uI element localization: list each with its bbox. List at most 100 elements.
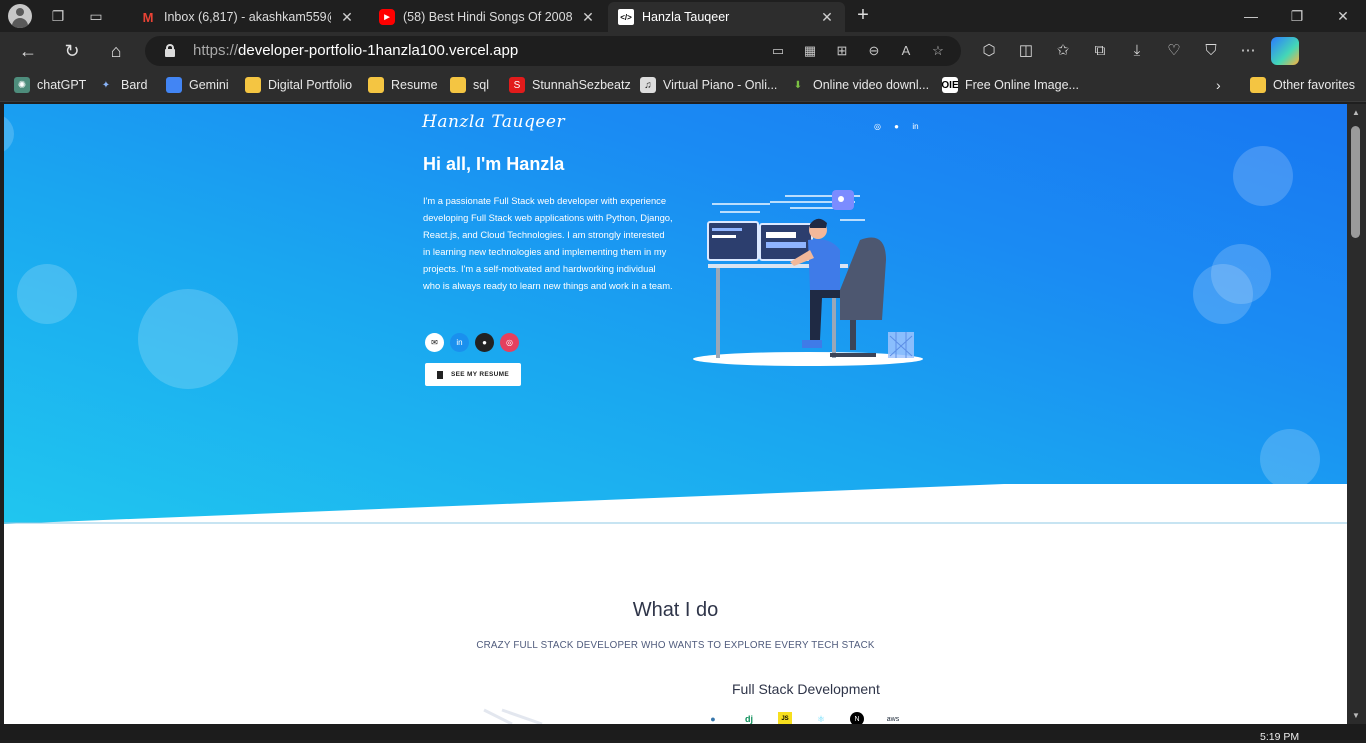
- scroll-up-arrow-icon[interactable]: ▲: [1351, 108, 1361, 117]
- github-icon[interactable]: ●: [892, 122, 901, 131]
- tab-gmail[interactable]: M Inbox (6,817) - akashkam559@gmail.com …: [130, 2, 365, 32]
- favorite-digital-portfolio[interactable]: Digital Portfolio: [245, 77, 352, 93]
- decorative-bubble: [138, 289, 238, 389]
- split-icon[interactable]: ⊞: [833, 41, 851, 61]
- taskbar-clock[interactable]: 5:19 PM: [1260, 731, 1299, 743]
- django-icon: dj: [745, 714, 753, 724]
- linkedin-icon[interactable]: in: [450, 333, 469, 352]
- favorite-resume[interactable]: Resume: [368, 77, 438, 93]
- github-icon[interactable]: ●: [475, 333, 494, 352]
- folder-icon: [1250, 77, 1266, 93]
- close-tab-icon[interactable]: ✕: [580, 9, 596, 26]
- site-logo[interactable]: Hanzla Tauqeer: [422, 112, 565, 132]
- code-icon: </>: [618, 9, 634, 25]
- stunnah-icon: S: [509, 77, 525, 93]
- profile-avatar[interactable]: [8, 4, 32, 28]
- favorite-image-tool[interactable]: OIE Free Online Image...: [941, 77, 1079, 93]
- document-icon: [437, 370, 444, 379]
- performance-icon[interactable]: ♡: [1160, 37, 1188, 65]
- favorite-label: Resume: [391, 78, 438, 92]
- folder-icon: [368, 77, 384, 93]
- other-favorites[interactable]: Other favorites: [1250, 77, 1355, 93]
- lock-icon[interactable]: [165, 44, 175, 57]
- collections-icon[interactable]: ⧉: [1086, 37, 1114, 65]
- favorites-bar: ✺ chatGPT ✦ Bard Gemini Digital Portfolio …: [0, 70, 1366, 102]
- gemini-icon: [166, 77, 182, 93]
- page-scrollbar[interactable]: ▲ ▼: [1347, 104, 1366, 724]
- favorite-chatgpt[interactable]: ✺ chatGPT: [14, 77, 86, 93]
- see-resume-button[interactable]: SEE MY RESUME: [425, 363, 521, 386]
- grid-icon[interactable]: ▦: [801, 41, 819, 61]
- favorites-icon[interactable]: ✩: [1049, 37, 1077, 65]
- favorite-label: chatGPT: [37, 78, 87, 92]
- zoom-icon[interactable]: ⊖: [865, 41, 883, 61]
- home-button[interactable]: ⌂: [102, 37, 130, 65]
- favorite-label: Other favorites: [1273, 78, 1355, 92]
- favorite-label: Virtual Piano - Onli...: [663, 78, 778, 92]
- section-title: What I do: [632, 599, 719, 621]
- hero-bio: I'm a passionate Full Stack web develope…: [423, 195, 673, 291]
- python-icon: ●: [710, 714, 716, 724]
- favorite-stunnah[interactable]: S StunnahSezbeatz: [509, 77, 631, 93]
- youtube-icon: ▶: [379, 9, 395, 25]
- favorites-overflow-chevron-icon[interactable]: ›: [1216, 77, 1221, 93]
- taskbar: 5:19 PM: [0, 724, 1366, 743]
- close-tab-icon[interactable]: ✕: [819, 9, 835, 26]
- back-button[interactable]: ←: [14, 37, 42, 65]
- favorite-label: Online video downl...: [813, 78, 930, 92]
- extensions-icon[interactable]: ⬡: [975, 37, 1003, 65]
- copilot-logo: [1271, 37, 1299, 65]
- skill-icons: ● dj JS ⚛ N aws: [706, 712, 900, 724]
- scroll-down-arrow-icon[interactable]: ▼: [1351, 711, 1361, 720]
- read-aloud-icon[interactable]: A: [897, 41, 915, 61]
- folder-icon: [245, 77, 261, 93]
- favorite-video-downloader[interactable]: ⬇ Online video downl...: [790, 77, 929, 93]
- folder-icon: [450, 77, 466, 93]
- instagram-icon[interactable]: ◎: [873, 122, 882, 131]
- react-icon: ⚛: [816, 713, 826, 724]
- refresh-button[interactable]: ↻: [58, 37, 86, 65]
- scrollbar-thumb[interactable]: [1351, 126, 1360, 238]
- url-text[interactable]: https://developer-portfolio-1hanzla100.v…: [193, 42, 518, 59]
- workspaces-icon[interactable]: ❐: [46, 4, 70, 28]
- favorite-star-icon[interactable]: ☆: [929, 41, 947, 61]
- hero-social-links: ✉ in ● ◎: [425, 333, 519, 352]
- close-window-button[interactable]: ✕: [1320, 0, 1366, 32]
- decorative-bubble: [1233, 146, 1293, 206]
- piano-icon: ♫: [640, 77, 656, 93]
- favorite-label: Digital Portfolio: [268, 78, 353, 92]
- decorative-bubble: [1193, 264, 1253, 324]
- minimize-button[interactable]: —: [1228, 0, 1274, 32]
- tab-actions-icon[interactable]: ▭: [84, 4, 108, 28]
- tab-portfolio[interactable]: </> Hanzla Tauqeer ✕: [608, 2, 845, 32]
- tab-youtube[interactable]: ▶ (58) Best Hindi Songs Of 2008 to 2010 …: [369, 2, 606, 32]
- instagram-icon[interactable]: ◎: [500, 333, 519, 352]
- close-tab-icon[interactable]: ✕: [339, 9, 355, 26]
- app-available-icon[interactable]: ▭: [769, 41, 787, 61]
- developer-illustration: [693, 190, 923, 366]
- split-screen-icon[interactable]: ◫: [1012, 37, 1040, 65]
- favorite-bard[interactable]: ✦ Bard: [98, 77, 148, 93]
- favorite-sql[interactable]: sql: [450, 77, 489, 93]
- new-tab-button[interactable]: +: [850, 4, 876, 28]
- browser-essentials-icon[interactable]: ⛉: [1197, 37, 1225, 65]
- url-protocol: https://: [193, 42, 239, 59]
- mail-icon[interactable]: ✉: [425, 333, 444, 352]
- more-menu-icon[interactable]: ⋯: [1234, 37, 1262, 65]
- favorite-label: Gemini: [189, 78, 229, 92]
- copilot-icon[interactable]: [1271, 37, 1299, 65]
- favorite-label: StunnahSezbeatz: [532, 78, 631, 92]
- address-bar[interactable]: https://developer-portfolio-1hanzla100.v…: [145, 36, 961, 66]
- skill-category-title: Full Stack Development: [732, 681, 880, 697]
- linkedin-icon[interactable]: in: [911, 122, 920, 131]
- favorite-gemini[interactable]: Gemini: [166, 77, 229, 93]
- favorite-virtual-piano[interactable]: ♫ Virtual Piano - Onli...: [640, 77, 777, 93]
- resume-button-label: SEE MY RESUME: [451, 371, 509, 378]
- restore-button[interactable]: ❐: [1274, 0, 1320, 32]
- toolbar-right: ⬡ ◫ ✩ ⧉ ⤓ ♡ ⛉ ⋯: [975, 37, 1299, 65]
- downloads-icon[interactable]: ⤓: [1123, 37, 1151, 65]
- image-tool-icon: OIE: [941, 77, 959, 93]
- favorite-label: Bard: [121, 78, 148, 92]
- page-viewport: Hanzla Tauqeer ◎ ● in Hi all, I'm Hanzla…: [4, 104, 1347, 724]
- skill-illustration-fragment: [483, 708, 543, 724]
